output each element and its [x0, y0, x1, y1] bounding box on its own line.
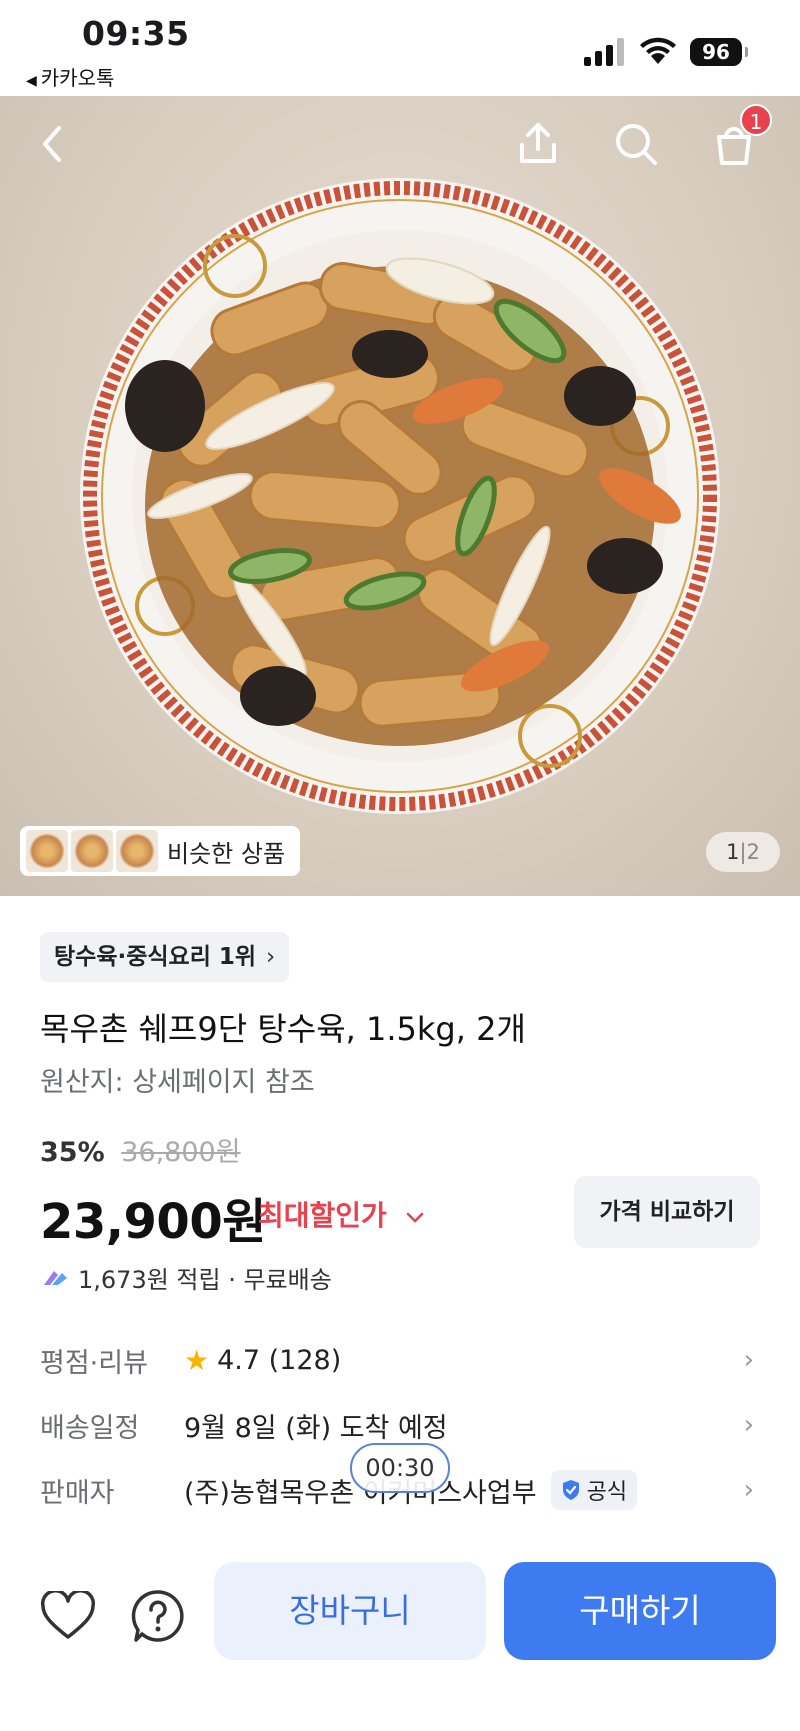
similar-thumb — [26, 830, 68, 872]
delivery-value: 9월 8일 (화) 도착 예정 — [184, 1412, 448, 1444]
battery-indicator: 96 — [690, 38, 748, 66]
add-to-cart-button[interactable]: 장바구니 — [214, 1562, 486, 1660]
status-time: 09:35 — [82, 14, 190, 53]
product-photo — [80, 178, 720, 814]
share-button[interactable] — [510, 116, 566, 172]
timer-bubble: 00:30 — [350, 1443, 450, 1493]
discount-rate: 35% — [40, 1137, 105, 1168]
help-icon — [131, 1590, 184, 1642]
reward-icon — [44, 1270, 67, 1285]
discount-row: 35% 36,800원 — [40, 1130, 241, 1169]
page-separator: | — [739, 840, 747, 864]
chevron-down-icon — [406, 1212, 423, 1223]
page-total: 2 — [746, 840, 760, 864]
search-icon — [616, 124, 657, 165]
wifi-icon — [640, 37, 676, 64]
star-icon: ★ — [184, 1343, 210, 1377]
page-current: 1 — [726, 840, 740, 864]
rank-chip-label: 탕수육·중식요리 1위 — [54, 944, 257, 970]
reward-text: 1,673원 적립 · 무료배송 — [78, 1266, 332, 1294]
heart-icon — [41, 1591, 95, 1639]
search-button[interactable] — [608, 116, 664, 172]
bottom-action-bar: 장바구니 구매하기 — [0, 1540, 800, 1731]
shield-check-icon — [562, 1480, 579, 1500]
back-button[interactable] — [24, 116, 80, 172]
share-icon — [520, 123, 556, 163]
similar-thumb — [71, 830, 113, 872]
help-button[interactable] — [128, 1586, 188, 1646]
max-discount-dropdown[interactable]: 최대할인가 — [258, 1194, 425, 1234]
back-arrow-icon — [43, 126, 61, 162]
official-label: 공식 — [586, 1480, 628, 1505]
back-app-label: 카카오톡 — [40, 66, 115, 90]
image-page-indicator: 1|2 — [706, 832, 780, 872]
back-triangle-icon: ◀ — [26, 73, 37, 89]
product-title: 목우촌 쉐프9단 탕수육, 1.5kg, 2개 — [40, 1010, 526, 1048]
similar-thumb — [116, 830, 158, 872]
reward-shipping-row: 1,673원 적립 · 무료배송 — [40, 1260, 332, 1295]
chevron-right-icon: › — [743, 1475, 754, 1505]
product-origin: 원산지: 상세페이지 참조 — [40, 1067, 315, 1098]
rating-value: 4.7 (128) — [217, 1344, 342, 1376]
chevron-right-icon: › — [743, 1410, 754, 1440]
seller-label: 판매자 — [40, 1477, 115, 1509]
rating-label: 평점·리뷰 — [40, 1347, 148, 1379]
wishlist-button[interactable] — [38, 1586, 98, 1646]
chevron-right-icon: › — [266, 944, 276, 970]
similar-products-button[interactable]: 비슷한 상품 — [20, 826, 300, 876]
product-image-carousel[interactable]: 비슷한 상품 1|2 — [0, 96, 800, 896]
chevron-right-icon: › — [743, 1345, 754, 1375]
official-badge: 공식 — [550, 1470, 638, 1510]
max-discount-label: 최대할인가 — [258, 1199, 387, 1232]
status-bar: 09:35 ◀ 카카오톡 96 — [0, 0, 800, 96]
rating-review-row[interactable]: 평점·리뷰 ★ 4.7 (128) › — [40, 1335, 760, 1385]
category-rank-chip[interactable]: 탕수육·중식요리 1위 › — [40, 932, 290, 982]
back-to-app-link[interactable]: ◀ 카카오톡 — [26, 62, 114, 91]
sale-price: 23,900원 — [40, 1194, 266, 1250]
price-compare-button[interactable]: 가격 비교하기 — [574, 1176, 760, 1248]
similar-products-label: 비슷한 상품 — [167, 839, 286, 868]
cart-count-badge: 1 — [740, 104, 772, 136]
original-price: 36,800원 — [121, 1137, 241, 1168]
delivery-label: 배송일정 — [40, 1412, 140, 1444]
buy-now-button[interactable]: 구매하기 — [504, 1562, 776, 1660]
cellular-signal-icon — [584, 38, 626, 66]
